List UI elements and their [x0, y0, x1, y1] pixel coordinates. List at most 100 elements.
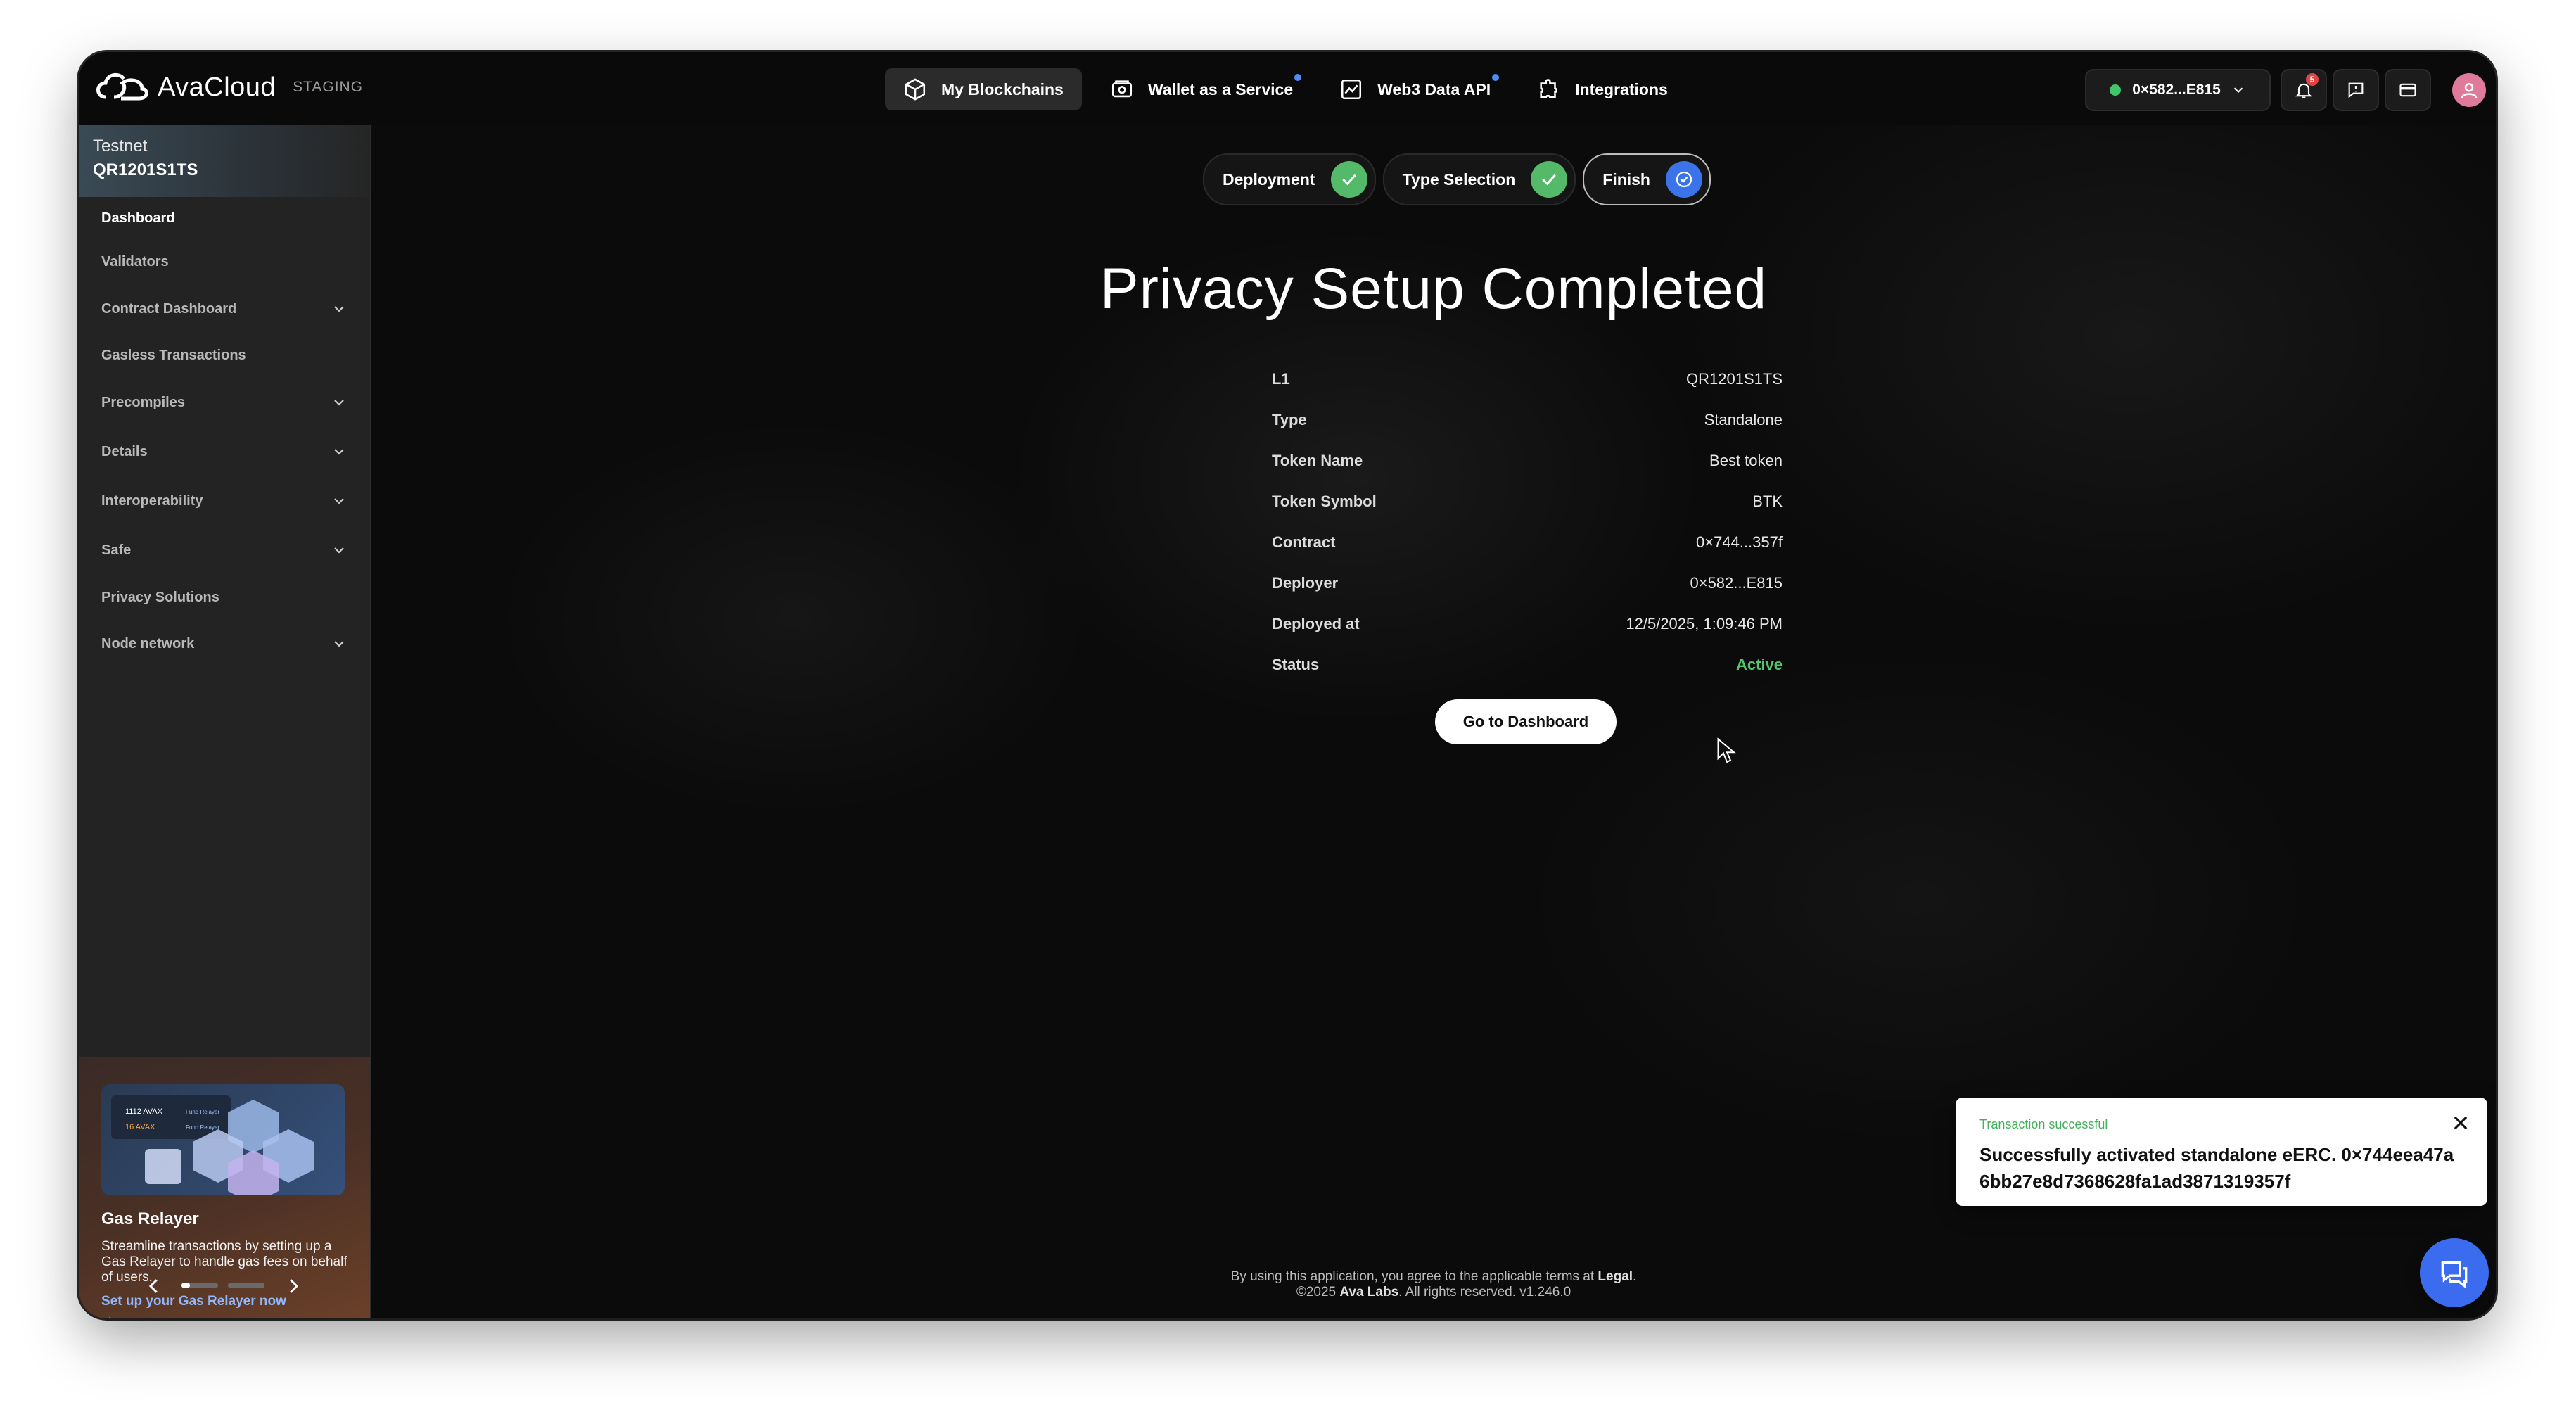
cube-icon — [905, 78, 926, 101]
user-avatar-icon — [2461, 83, 2478, 98]
company-name: Ava Labs — [1339, 1285, 1399, 1299]
chat-icon — [2441, 1261, 2468, 1289]
user-avatar[interactable] — [2452, 73, 2486, 107]
sidebar-item-label: Details — [101, 443, 148, 459]
chevron-right-icon[interactable] — [283, 1276, 304, 1297]
detail-label: Deployer — [1272, 574, 1339, 592]
nav-label: My Blockchains — [941, 80, 1064, 98]
sidebar-item-safe[interactable]: Safe — [101, 535, 355, 566]
wallet-address: 0×582...E815 — [2132, 82, 2221, 98]
detail-label: L1 — [1272, 370, 1290, 388]
cubes-illustration-icon: 1112 AVAX 16 AVAX Fund Relayer Fund Rela… — [111, 1095, 314, 1195]
sidebar-item-label: Contract Dashboard — [101, 300, 237, 317]
terms-text-end: . — [1633, 1269, 1637, 1284]
detail-row-deployed-at: Deployed at 12/5/2025, 1:09:46 PM — [1272, 604, 1783, 644]
logo-text: AvaCloud — [158, 72, 276, 102]
detail-row-token-name: Token Name Best token — [1272, 440, 1783, 481]
check-icon — [1531, 161, 1568, 198]
nav-web3-data-api[interactable]: Web3 Data API — [1321, 68, 1509, 110]
terms-line: By using this application, you agree to … — [371, 1269, 2496, 1285]
sidebar-item-details[interactable]: Details — [101, 436, 355, 467]
detail-value: Standalone — [1704, 411, 1783, 428]
detail-row-type: Type Standalone — [1272, 400, 1783, 440]
chevron-down-icon — [2233, 87, 2243, 94]
detail-value: 12/5/2025, 1:09:46 PM — [1626, 615, 1783, 632]
step-label: Finish — [1602, 170, 1650, 189]
sidebar-item-label: Privacy Solutions — [101, 589, 219, 605]
sidebar-item-privacy-solutions[interactable]: Privacy Solutions — [101, 582, 355, 613]
sidebar-item-interoperability[interactable]: Interoperability — [101, 485, 355, 516]
detail-row-deployer: Deployer 0×582...E815 — [1272, 563, 1783, 604]
gas-relayer-promo: 1112 AVAX 16 AVAX Fund Relayer Fund Rela… — [79, 1057, 370, 1318]
top-bar: AvaCloud STAGING My Blockchains Wallet a… — [79, 52, 2496, 127]
nav-integrations[interactable]: Integrations — [1519, 68, 1686, 110]
go-to-dashboard-button[interactable]: Go to Dashboard — [1435, 699, 1617, 744]
promo-image-text: Fund Relayer — [186, 1109, 219, 1115]
sidebar-item-validators[interactable]: Validators — [101, 246, 355, 277]
gas-relayer-illustration: 1112 AVAX 16 AVAX Fund Relayer Fund Rela… — [101, 1084, 345, 1195]
page-title: Privacy Setup Completed — [1099, 257, 1768, 321]
sidebar-item-node-network[interactable]: Node network — [101, 628, 355, 659]
environment-label: STAGING — [293, 79, 364, 95]
nav-my-blockchains[interactable]: My Blockchains — [885, 68, 1082, 110]
detail-value: 0×582...E815 — [1690, 574, 1783, 592]
logo[interactable]: AvaCloud STAGING — [93, 66, 363, 108]
nav-wallet-as-a-service[interactable]: Wallet as a Service — [1092, 68, 1311, 110]
detail-row-status: Status Active — [1272, 644, 1783, 685]
copyright-line: ©2025 Ava Labs. All rights reserved. v1.… — [371, 1285, 2496, 1300]
promo-image-text: Fund Relayer — [186, 1124, 219, 1131]
success-toast: Transaction successful Successfully acti… — [1956, 1098, 2487, 1206]
chat-support-button[interactable] — [2420, 1238, 2489, 1307]
sidebar-item-precompiles[interactable]: Precompiles — [101, 387, 355, 418]
chevron-down-icon — [334, 449, 344, 455]
wallet-icon — [1111, 80, 1132, 98]
detail-label: Deployed at — [1272, 615, 1360, 632]
sidebar-item-label: Validators — [101, 253, 169, 269]
sidebar-item-dashboard[interactable]: Dashboard — [101, 203, 355, 234]
chain-name: QR1201S1TS — [93, 160, 198, 179]
promo-image-text: 16 AVAX — [125, 1123, 155, 1131]
status-value: Active — [1735, 656, 1783, 673]
verified-badge-icon — [1666, 161, 1702, 198]
chart-icon — [1341, 79, 1362, 100]
step-type-selection: Type Selection — [1382, 153, 1576, 205]
chain-selector[interactable]: Testnet QR1201S1TS — [79, 125, 370, 197]
step-label: Type Selection — [1402, 170, 1516, 189]
detail-row-contract: Contract 0×744...357f — [1272, 522, 1783, 563]
close-icon[interactable] — [2451, 1113, 2470, 1133]
detail-label: Token Name — [1272, 452, 1363, 469]
promo-description: Streamline transactions by setting up a … — [101, 1239, 347, 1285]
terms-text: By using this application, you agree to … — [1230, 1269, 1598, 1284]
puzzle-icon — [1540, 79, 1558, 98]
chevron-down-icon — [334, 498, 344, 504]
detail-row-token-symbol: Token Symbol BTK — [1272, 481, 1783, 522]
avacloud-logo-icon — [96, 72, 148, 101]
detail-value: Best token — [1709, 452, 1783, 469]
legal-link[interactable]: Legal — [1598, 1269, 1633, 1284]
sidebar: Testnet QR1201S1TS Dashboard Validators … — [79, 125, 371, 1318]
sidebar-item-label: Safe — [101, 542, 132, 558]
detail-label: Contract — [1272, 533, 1336, 551]
copyright-text: ©2025 — [1296, 1285, 1340, 1299]
chevron-left-icon[interactable] — [144, 1276, 165, 1297]
feedback-icon — [2348, 82, 2364, 98]
sidebar-item-label: Precompiles — [101, 394, 185, 410]
gas-relayer-setup-link[interactable]: Set up your Gas Relayer now — [101, 1294, 286, 1309]
sidebar-item-gasless-transactions[interactable]: Gasless Transactions — [101, 340, 355, 371]
notification-count-badge: 5 — [2306, 73, 2319, 86]
mouse-cursor-icon — [1717, 737, 1736, 763]
wallet-address-dropdown[interactable]: 0×582...E815 — [2085, 69, 2271, 111]
detail-value: 0×744...357f — [1696, 533, 1783, 551]
footer: By using this application, you agree to … — [371, 1269, 2496, 1300]
arrow-right-icon[interactable]: → — [101, 1309, 114, 1318]
promo-image-text: 1112 AVAX — [125, 1107, 163, 1116]
billing-button[interactable] — [2385, 69, 2431, 111]
sidebar-item-label: Gasless Transactions — [101, 347, 246, 363]
detail-value: QR1201S1TS — [1686, 370, 1783, 388]
notifications-button[interactable]: 5 — [2281, 69, 2327, 111]
progress-steps: Deployment Type Selection Finish — [1203, 153, 1718, 205]
new-indicator-dot — [1294, 74, 1302, 81]
step-finish: Finish — [1583, 153, 1711, 205]
sidebar-item-contract-dashboard[interactable]: Contract Dashboard — [101, 293, 355, 324]
feedback-button[interactable] — [2333, 69, 2379, 111]
